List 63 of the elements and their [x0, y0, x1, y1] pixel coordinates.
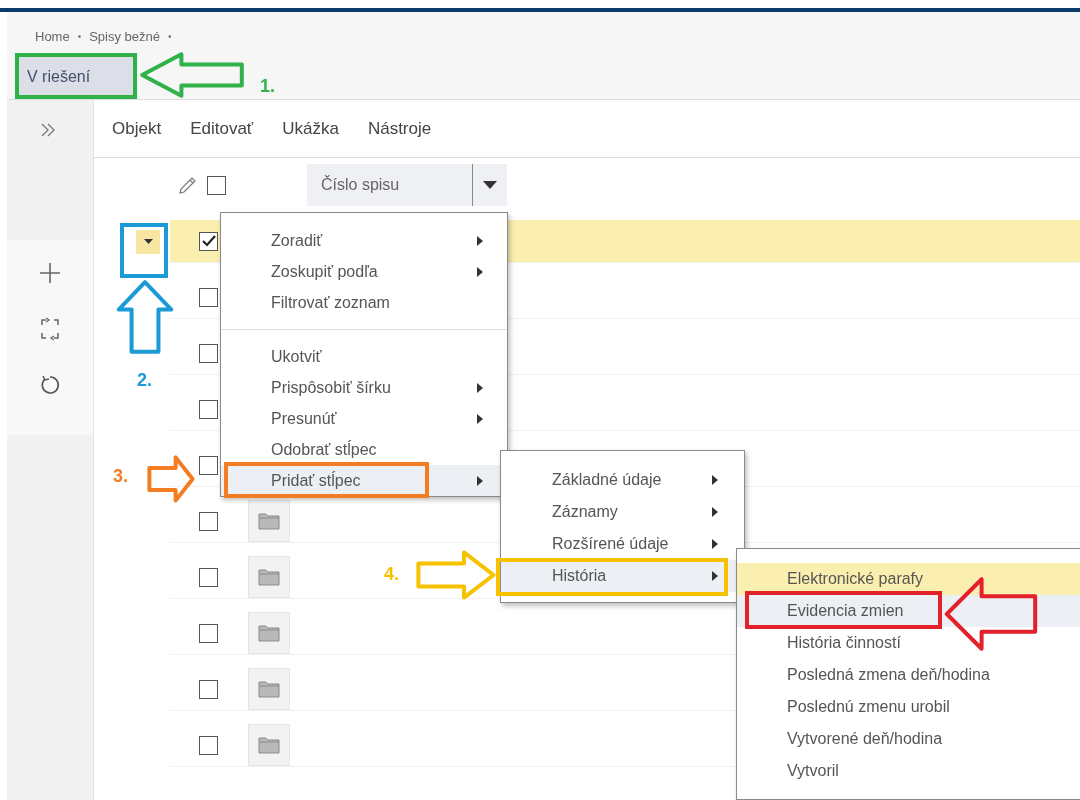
column-dropdown-button[interactable] — [472, 164, 507, 206]
caret-icon — [483, 181, 497, 189]
menu-item[interactable]: Poslednú zmenu urobil — [737, 691, 1080, 723]
pencil-icon[interactable] — [177, 175, 197, 196]
checkbox[interactable] — [199, 343, 218, 363]
folder-icon — [258, 680, 280, 698]
checkbox[interactable] — [199, 399, 218, 419]
folder-icon — [258, 512, 280, 530]
submenu-arrow-icon — [712, 571, 718, 581]
annotation-label: 1. — [260, 76, 275, 97]
checkmark-icon — [200, 234, 217, 248]
menu-item[interactable]: Filtrovať zoznam — [221, 287, 507, 318]
menu-item[interactable]: Elektronické parafy — [737, 563, 1080, 595]
submenu-arrow-icon — [712, 475, 718, 485]
annotation-label: 3. — [113, 466, 128, 487]
caret-icon — [143, 239, 153, 244]
breadcrumb-link[interactable]: Home — [35, 29, 70, 44]
submenu-arrow-icon — [477, 413, 483, 424]
breadcrumb-link[interactable]: Spisy bežné — [89, 29, 161, 44]
menu-item[interactable]: Vytvoril — [737, 755, 1080, 787]
menu-item[interactable]: Posledná zmena deň/hodina — [737, 659, 1080, 691]
annotation-label: 2. — [137, 370, 152, 391]
submenu-arrow-icon — [477, 475, 483, 486]
menu-item[interactable]: Rozšírené údaje — [501, 528, 744, 560]
checkbox[interactable] — [199, 623, 218, 643]
menu-item[interactable]: Vytvorené deň/hodina — [737, 723, 1080, 755]
menu-item[interactable]: Zoskupiť podľa — [221, 256, 507, 287]
menu-item[interactable]: Záznamy — [501, 496, 744, 528]
checkbox[interactable] — [199, 511, 218, 531]
plus-icon — [39, 262, 61, 284]
annotation-label: 4. — [384, 564, 399, 585]
menu-item[interactable]: Objekt — [112, 118, 162, 139]
breadcrumb-separator: • — [168, 31, 172, 42]
menu-item[interactable]: Ukážka — [282, 118, 339, 139]
checkbox[interactable] — [199, 455, 218, 475]
arrows-square-icon — [38, 317, 62, 341]
row-menu-button[interactable] — [136, 229, 160, 254]
checkbox[interactable] — [199, 287, 218, 307]
menu-item[interactable]: Zoradiť — [221, 225, 507, 256]
folder-icon — [258, 624, 280, 642]
folder-icon — [258, 736, 280, 754]
folder-icon — [258, 568, 280, 586]
menu-item[interactable]: História činností — [737, 627, 1080, 659]
submenu-arrow-icon — [477, 382, 483, 393]
menu-item[interactable]: Presunúť — [221, 403, 507, 434]
menu-item[interactable]: Nástroje — [367, 118, 432, 139]
submenu-arrow-icon — [477, 235, 483, 246]
column-header[interactable]: Číslo spisu — [307, 164, 472, 206]
menu-item[interactable]: Editovať — [190, 118, 254, 139]
menu-item[interactable]: Ukotviť — [221, 341, 507, 372]
submenu-arrow-icon — [712, 539, 718, 549]
checkbox[interactable] — [199, 735, 218, 755]
submenu-arrow-icon — [477, 266, 483, 277]
checkbox[interactable] — [199, 231, 218, 251]
checkbox[interactable] — [199, 567, 218, 587]
checkbox[interactable] — [199, 679, 218, 699]
submenu-arrow-icon — [712, 507, 718, 517]
circular-arrow-icon — [39, 374, 61, 396]
menu-item[interactable]: Prispôsobiť šírku — [221, 372, 507, 403]
double-chevron-icon — [40, 123, 56, 137]
checkbox[interactable] — [207, 176, 226, 195]
annotation-arrow — [148, 456, 194, 502]
breadcrumb-separator: • — [77, 31, 82, 42]
